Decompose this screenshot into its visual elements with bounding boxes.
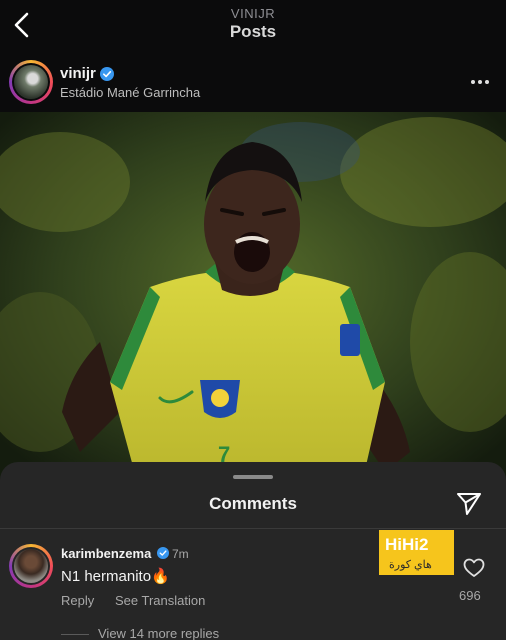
like-count: 696 (459, 588, 481, 603)
divider (0, 528, 506, 529)
more-options-icon[interactable] (468, 72, 492, 92)
share-send-icon[interactable] (455, 489, 483, 517)
comment-timestamp: 7m (172, 547, 189, 561)
verified-badge-icon (100, 67, 114, 81)
avatar-image (14, 65, 48, 99)
verified-badge-icon (157, 547, 169, 559)
profile-username-header: VINIJR (230, 6, 276, 21)
replies-divider-line (61, 634, 89, 635)
commenter-avatar[interactable] (9, 544, 53, 588)
commenter-avatar-image (14, 549, 48, 583)
post-photo[interactable]: 7 (0, 112, 506, 492)
comments-title: Comments (209, 494, 297, 513)
watermark-logo: HiHi2 هاي كورة (379, 530, 454, 575)
page-title: Posts (229, 22, 277, 41)
sheet-drag-handle[interactable] (233, 475, 273, 479)
reply-button[interactable]: Reply (61, 593, 94, 608)
post-author-username[interactable]: vinijr (60, 65, 96, 82)
see-translation-button[interactable]: See Translation (115, 593, 205, 608)
post-header: vinijr Estádio Mané Garrincha (0, 52, 506, 112)
author-avatar[interactable] (9, 60, 53, 104)
watermark-brand: HiHi2 (385, 535, 429, 554)
comment-author[interactable]: karimbenzema (61, 546, 151, 561)
watermark-arabic: هاي كورة (389, 559, 432, 571)
like-heart-icon[interactable] (463, 558, 485, 578)
player-celebration-image: 7 (0, 112, 506, 492)
post-location[interactable]: Estádio Mané Garrincha (60, 85, 200, 100)
comment-text: N1 hermanito🔥 (61, 568, 170, 585)
view-more-replies-button[interactable]: View 14 more replies (98, 626, 219, 640)
top-navigation-bar: VINIJR Posts (0, 0, 506, 52)
